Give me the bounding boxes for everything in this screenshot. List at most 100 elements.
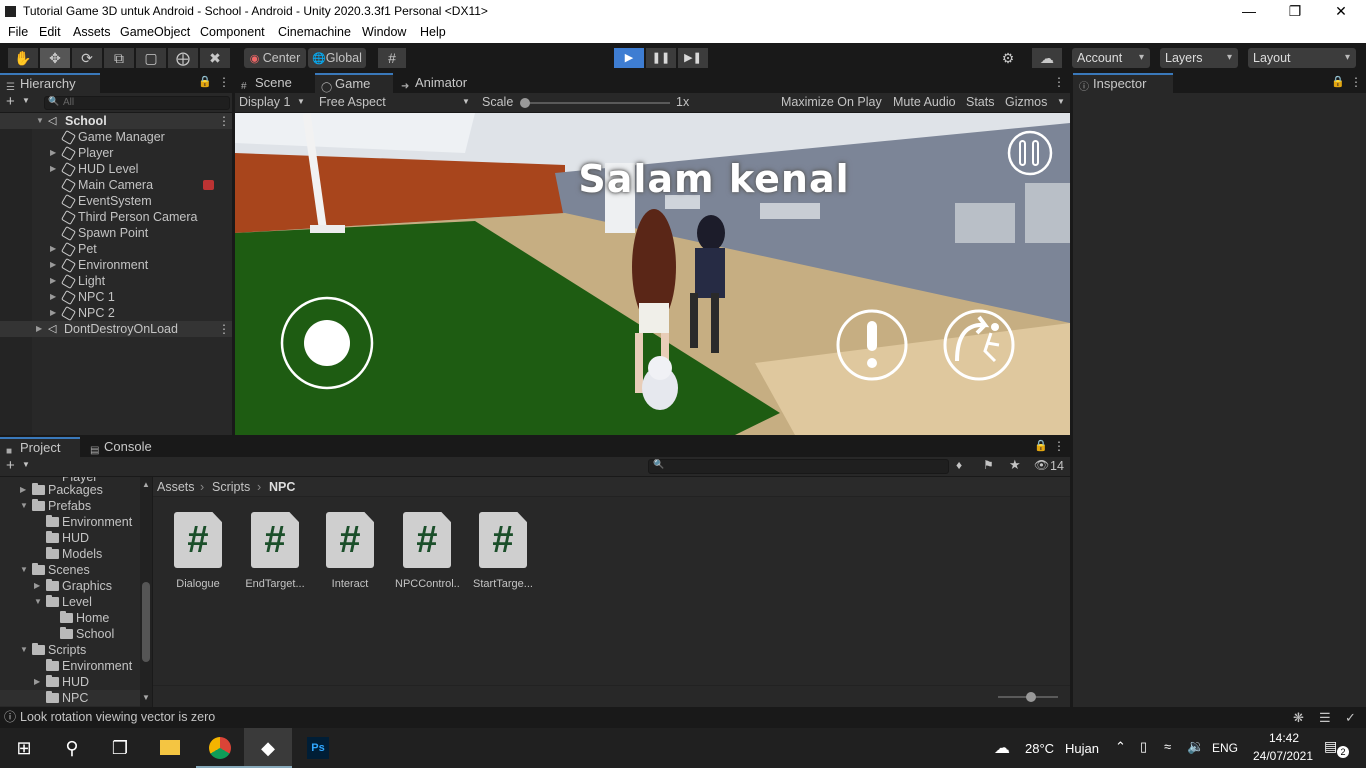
script-asset[interactable]: # EndTarget... [243, 512, 307, 590]
menu-component[interactable]: Component [200, 23, 265, 42]
kebab-menu-icon[interactable]: ⋮ [1350, 75, 1362, 89]
tab-console[interactable]: ▤ Console [84, 437, 164, 457]
step-button[interactable]: ▶❚ [678, 48, 708, 68]
tree-item[interactable]: Home [0, 610, 140, 626]
tree-item[interactable]: ▶ Packages [0, 482, 140, 498]
tree-item-selected[interactable]: NPC [0, 690, 140, 706]
search-icon[interactable]: ⚲ [48, 728, 96, 768]
tree-item[interactable]: ▶ Graphics [0, 578, 140, 594]
menu-help[interactable]: Help [420, 23, 446, 42]
grid-snap-icon[interactable]: # [378, 48, 406, 68]
breadcrumb-assets[interactable]: Assets [157, 477, 195, 497]
scene-menu-icon[interactable]: ⋮ [218, 113, 230, 129]
maximize-on-play-toggle[interactable]: Maximize On Play [781, 95, 882, 109]
tree-item[interactable]: ▼ Level [0, 594, 140, 610]
file-explorer-icon[interactable] [146, 728, 194, 768]
tree-item[interactable]: ▼ Scripts [0, 642, 140, 658]
menu-edit[interactable]: Edit [39, 23, 61, 42]
layout-dropdown[interactable]: Layout [1248, 48, 1356, 68]
pivot-global-toggle[interactable]: 🌐Global [308, 48, 366, 68]
run-button[interactable] [945, 311, 1013, 379]
hierarchy-scene-row[interactable]: ▼ ◁ School ⋮ [0, 113, 232, 129]
chevron-down-icon[interactable]: ▼ [22, 460, 30, 469]
gizmos-toggle[interactable]: Gizmos [1005, 95, 1047, 109]
tree-item[interactable]: ▼ Scenes [0, 562, 140, 578]
kebab-menu-icon[interactable]: ⋮ [1053, 439, 1065, 453]
menu-file[interactable]: File [8, 23, 28, 42]
tree-item[interactable]: ▼ Prefabs [0, 498, 140, 514]
bake-icon[interactable]: ☰ [1319, 707, 1331, 728]
chrome-icon[interactable] [196, 728, 244, 768]
windows-start-icon[interactable]: ⊞ [0, 728, 48, 768]
menu-window[interactable]: Window [362, 23, 406, 42]
tree-item[interactable]: HUD [0, 530, 140, 546]
kebab-menu-icon[interactable]: ⋮ [1053, 75, 1065, 89]
tab-project[interactable]: ■ Project [0, 437, 80, 457]
lock-icon[interactable]: 🔒 [1331, 75, 1345, 88]
collab-icon[interactable]: ⚙ [994, 48, 1022, 68]
weather-temp[interactable]: 28°C [1025, 741, 1054, 756]
hierarchy-item[interactable]: ▶ Pet [0, 241, 232, 258]
script-asset[interactable]: # Interact [318, 512, 382, 590]
status-message[interactable]: Look rotation viewing vector is zero [20, 707, 215, 728]
menu-assets[interactable]: Assets [73, 23, 111, 42]
script-asset[interactable]: # NPCControl... [395, 512, 459, 590]
layers-dropdown[interactable]: Layers [1160, 48, 1238, 68]
hierarchy-search-input[interactable]: 🔍 All [44, 96, 230, 110]
hierarchy-item[interactable]: Game Manager [0, 129, 232, 146]
tab-scene[interactable]: # Scene [235, 73, 313, 93]
tab-inspector[interactable]: ⓘ Inspector [1073, 73, 1173, 93]
hierarchy-item[interactable]: ▶ Player [0, 145, 232, 162]
filter-by-type-icon[interactable]: ♦ [956, 458, 962, 472]
tree-item[interactable]: Models [0, 546, 140, 562]
pause-button[interactable]: ❚❚ [646, 48, 676, 68]
tree-item[interactable]: Environment [0, 514, 140, 530]
hidden-eye-icon[interactable]: 👁 [1034, 458, 1049, 472]
tree-item[interactable]: ▶ HUD [0, 674, 140, 690]
label-icon[interactable]: ⚑ [983, 458, 994, 472]
hand-tool-icon[interactable]: ✋ [8, 48, 38, 68]
stats-toggle[interactable]: Stats [966, 95, 995, 109]
rect-tool-icon[interactable]: ▢ [136, 48, 166, 68]
notification-icon[interactable]: ▤ [1324, 738, 1337, 755]
photoshop-icon[interactable]: Ps [294, 728, 342, 768]
clock-time[interactable]: 14:42 [1264, 731, 1304, 745]
scene-menu-icon[interactable]: ⋮ [218, 321, 230, 337]
debug-icon[interactable]: ❋ [1293, 707, 1304, 728]
hierarchy-item[interactable]: Spawn Point [0, 225, 232, 242]
hierarchy-item[interactable]: ▶ HUD Level [0, 161, 232, 178]
breadcrumb-npc[interactable]: NPC [269, 477, 295, 497]
scale-slider-handle[interactable] [520, 98, 530, 108]
play-button[interactable]: ▶ [614, 48, 644, 68]
hierarchy-item[interactable]: ▶ Light [0, 273, 232, 290]
hierarchy-item[interactable]: Third Person Camera [0, 209, 232, 226]
lock-icon[interactable]: 🔒 [1034, 439, 1048, 452]
chevron-down-icon[interactable]: ▼ [1057, 97, 1065, 106]
add-icon[interactable]: + [6, 93, 15, 111]
close-icon[interactable]: ✕ [1318, 0, 1364, 23]
kebab-menu-icon[interactable]: ⋮ [218, 75, 230, 89]
script-asset[interactable]: # StartTarge... [471, 512, 535, 590]
menu-cinemachine[interactable]: Cinemachine [278, 23, 351, 42]
hierarchy-dontdestroy-row[interactable]: ▶ ◁ DontDestroyOnLoad ⋮ [0, 321, 232, 337]
hierarchy-item[interactable]: ▶ Environment [0, 257, 232, 274]
rotate-tool-icon[interactable]: ⟳ [72, 48, 102, 68]
unity-taskbar-icon[interactable]: ◆ [244, 728, 292, 768]
script-asset[interactable]: # Dialogue [166, 512, 230, 590]
scale-slider[interactable] [523, 102, 670, 104]
chevron-up-icon[interactable]: ⌃ [1115, 739, 1126, 755]
hierarchy-item[interactable]: ▶ NPC 1 [0, 289, 232, 306]
transform-tool-icon[interactable]: ⨁ [168, 48, 198, 68]
clock-date[interactable]: 24/07/2021 [1248, 749, 1318, 763]
chevron-down-icon[interactable]: ▼ [22, 96, 30, 105]
hierarchy-item[interactable]: EventSystem [0, 193, 232, 210]
task-view-icon[interactable]: ❐ [96, 728, 144, 768]
breadcrumb-scripts[interactable]: Scripts [212, 477, 250, 497]
weather-cloud-icon[interactable]: ☁ [994, 738, 1010, 758]
scale-tool-icon[interactable]: ⧉ [104, 48, 134, 68]
lock-icon[interactable]: 🔒 [198, 75, 212, 88]
custom-tool-icon[interactable]: ✖ [200, 48, 230, 68]
add-icon[interactable]: + [6, 457, 15, 475]
menu-gameobject[interactable]: GameObject [120, 23, 190, 42]
pivot-center-toggle[interactable]: ◉ Center [244, 48, 306, 68]
